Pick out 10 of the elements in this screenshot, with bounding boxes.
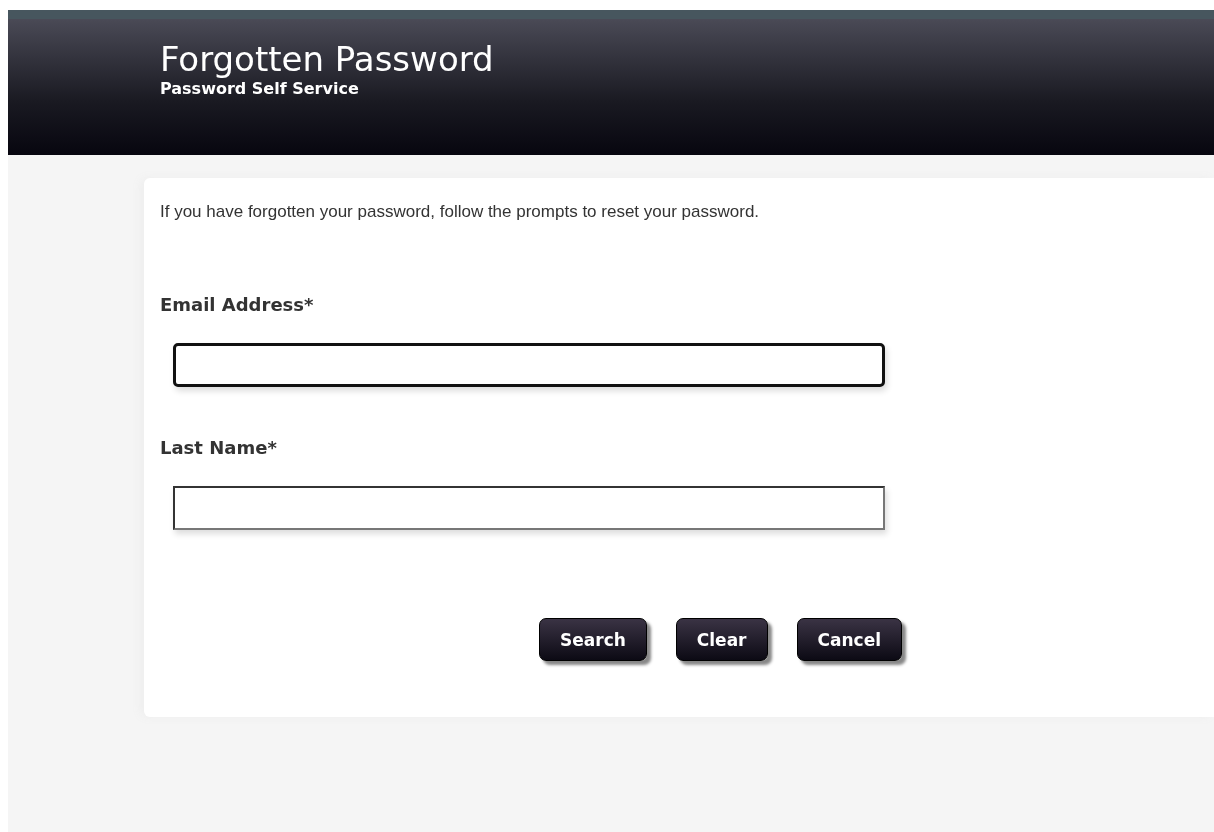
search-button[interactable]: Search <box>539 618 647 661</box>
field-label: Last Name* <box>160 437 277 458</box>
instruction-text: If you have forgotten your password, follow the prompts to reset your password. <box>160 202 761 222</box>
input-field[interactable] <box>173 486 885 530</box>
clear-button[interactable]: Clear <box>675 618 768 661</box>
page-subtitle: Password Self Service <box>160 79 360 99</box>
input-field[interactable] <box>173 343 885 387</box>
page-title: Forgotten Password <box>160 39 495 79</box>
cancel-button[interactable]: Cancel <box>796 618 902 661</box>
field-label: Email Address* <box>160 294 314 315</box>
